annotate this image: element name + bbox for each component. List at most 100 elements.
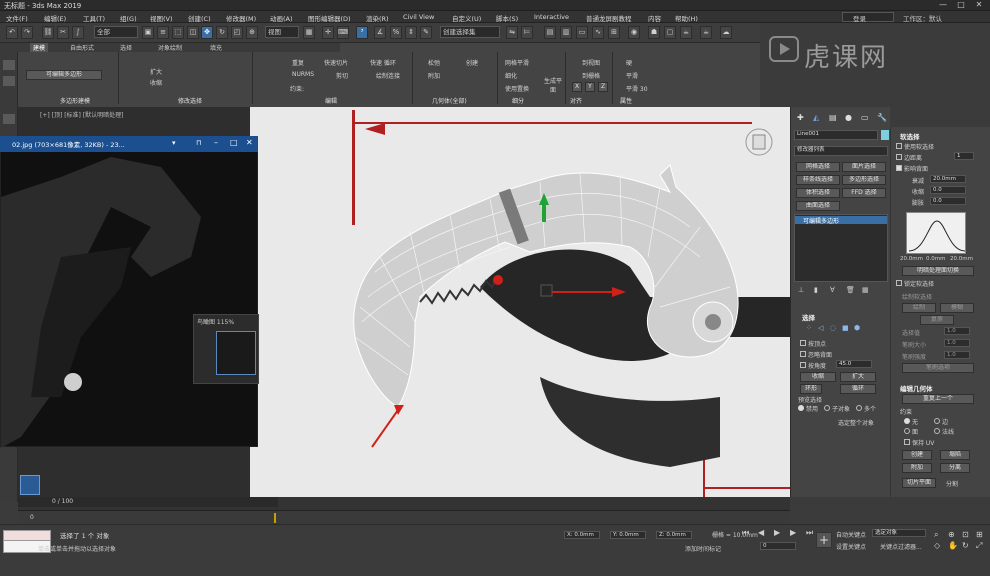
x-coord-field[interactable]: X: 0.0mm xyxy=(564,531,600,539)
render-cloud-icon[interactable]: ☁ xyxy=(720,26,732,39)
select-move-icon[interactable]: ✥ xyxy=(201,26,213,39)
to-grid-button[interactable]: 到栅格 xyxy=(582,71,600,80)
pinch-spinner[interactable]: 0.0 xyxy=(930,186,966,194)
reference-coord-dropdown[interactable]: 视图 xyxy=(265,26,299,38)
border-icon[interactable]: ◌ xyxy=(830,324,836,332)
align-y-button[interactable]: Y xyxy=(585,82,595,92)
select-value-spinner[interactable]: 1.0 xyxy=(944,327,970,335)
menu-file[interactable]: 文件(F) xyxy=(6,13,28,23)
viewcube-icon[interactable] xyxy=(752,134,766,150)
redo-icon[interactable]: ↷ xyxy=(21,26,33,39)
menu-tutorial[interactable]: 普通龙屏剧教程 xyxy=(586,13,632,23)
tab-selection[interactable]: 选择 xyxy=(120,43,132,52)
scene-explorer-icon[interactable]: ▤ xyxy=(544,26,556,39)
configure-sets-icon[interactable]: ▦ xyxy=(862,286,869,294)
select-object-icon[interactable]: ▣ xyxy=(142,26,154,39)
edge-distance-checkbox[interactable] xyxy=(896,154,902,160)
constraint-none-radio[interactable] xyxy=(904,418,910,424)
soft-selection-header[interactable]: 软选择 xyxy=(900,131,920,141)
edit-named-sel-icon[interactable]: ✎ xyxy=(420,26,432,39)
cut-button[interactable]: 剪切 xyxy=(336,71,348,80)
close-button[interactable]: ✕ xyxy=(972,1,986,10)
shaded-face-toggle-button[interactable]: 明暗处理面切换 xyxy=(902,266,974,276)
menu-scripting[interactable]: 脚本(S) xyxy=(496,13,518,23)
menu-modifiers[interactable]: 修改器(M) xyxy=(226,13,256,23)
goto-start-icon[interactable]: ⏮ xyxy=(742,528,749,538)
next-frame-icon[interactable]: ▶ xyxy=(790,528,796,537)
viewer-close-icon[interactable]: ✕ xyxy=(246,138,253,147)
section-geometry[interactable]: 几何体(全部) xyxy=(432,96,467,105)
selected-vertex[interactable] xyxy=(493,275,503,285)
modify-tab-icon[interactable]: ◭ xyxy=(813,113,819,122)
place-icon[interactable]: ⊕ xyxy=(246,26,258,39)
by-angle-checkbox[interactable] xyxy=(800,362,806,368)
gizmo-x-axis[interactable] xyxy=(552,291,612,293)
auto-key-label[interactable]: 自动关键点 xyxy=(836,530,866,539)
track-bar[interactable]: 0 xyxy=(18,510,790,524)
undo-icon[interactable]: ↶ xyxy=(6,26,18,39)
create-button[interactable]: 创建 xyxy=(466,58,478,67)
keyboard-shortcut-icon[interactable]: ⌨ xyxy=(337,26,349,39)
vertex-icon[interactable]: ⁘ xyxy=(806,324,812,332)
edge-distance-spinner[interactable]: 1 xyxy=(954,152,974,160)
affect-backfacing-checkbox[interactable] xyxy=(896,165,902,171)
goto-end-icon[interactable]: ⏭ xyxy=(806,528,813,538)
pan-icon[interactable]: ✋ xyxy=(948,541,958,550)
zoom-extents-all-icon[interactable]: ⊞ xyxy=(976,530,983,539)
modifier-list-dropdown[interactable]: 修改器列表 xyxy=(794,146,888,156)
collapse-button[interactable]: 塌陷 xyxy=(940,450,970,460)
ribbon-expand[interactable]: 扩大 xyxy=(150,67,162,76)
brush-strength-spinner[interactable]: 1.0 xyxy=(944,351,970,359)
falloff-spinner[interactable]: 20.0mm xyxy=(930,175,966,183)
brush-size-spinner[interactable]: 1.0 xyxy=(944,339,970,347)
create-tab-icon[interactable]: ✚ xyxy=(797,113,804,122)
viewport-mini-icon[interactable] xyxy=(20,475,40,495)
zoom-extents-icon[interactable]: ⊡ xyxy=(962,530,969,539)
current-frame-field[interactable]: 0 xyxy=(760,542,796,550)
constraint-normal-radio[interactable] xyxy=(934,428,940,434)
add-key-icon[interactable]: + xyxy=(816,532,832,548)
unlink-icon[interactable]: ✂ xyxy=(57,26,69,39)
mirror-icon[interactable]: ⇋ xyxy=(506,26,518,39)
viewport-layout-icon[interactable] xyxy=(3,114,15,124)
quickslice-button[interactable]: 快速切片 xyxy=(324,58,348,67)
create-button[interactable]: 创建 xyxy=(902,450,932,460)
angle-spinner[interactable]: 45.0 xyxy=(836,360,872,368)
nurms-button[interactable]: NURMS xyxy=(292,71,314,78)
menu-tools[interactable]: 工具(T) xyxy=(83,13,105,23)
revert-button[interactable]: 复原 xyxy=(920,315,954,325)
mesh-select-button[interactable]: 网格选择 xyxy=(796,162,840,172)
toggle-ribbon-icon[interactable]: ▭ xyxy=(576,26,588,39)
set-key-label[interactable]: 设置关键点 xyxy=(836,542,866,551)
preview-multi-radio[interactable] xyxy=(856,405,862,411)
time-slider[interactable]: 0 / 100 xyxy=(18,497,278,507)
image-viewer-window[interactable] xyxy=(0,136,258,448)
use-soft-checkbox[interactable] xyxy=(896,143,902,149)
relax-button[interactable]: 松弛 xyxy=(428,58,440,67)
sign-in-dropdown[interactable]: 登录 xyxy=(842,12,894,23)
menu-rendering[interactable]: 渲染(R) xyxy=(366,13,389,23)
section-edit[interactable]: 编辑 xyxy=(325,96,337,105)
ring-button[interactable]: 环形 xyxy=(800,384,822,394)
repeat-button[interactable]: 重复 xyxy=(292,58,304,67)
meshsmooth-button[interactable]: 网格平滑 xyxy=(505,58,529,67)
paint-connect-button[interactable]: 绘制连接 xyxy=(376,71,400,80)
select-by-name-icon[interactable]: ≡ xyxy=(157,26,169,39)
menu-help[interactable]: 帮助(H) xyxy=(675,13,698,23)
window-crossing-icon[interactable]: ◫ xyxy=(187,26,199,39)
section-properties[interactable]: 属性 xyxy=(620,96,632,105)
selection-rollout-header[interactable]: 选择 xyxy=(802,312,815,322)
editable-poly-button[interactable]: 可编辑多边形 xyxy=(26,70,102,80)
z-coord-field[interactable]: Z: 0.0mm xyxy=(656,531,692,539)
menu-edit[interactable]: 编辑(E) xyxy=(44,13,66,23)
viewer-pin-icon[interactable]: ⊓ xyxy=(196,139,201,147)
constraint-face-radio[interactable] xyxy=(904,428,910,434)
ffd-select-button[interactable]: FFD 选择 xyxy=(842,188,886,198)
display-tab-icon[interactable]: ▭ xyxy=(861,113,869,122)
modifier-stack[interactable]: 可编辑多边形 xyxy=(794,214,888,282)
select-scale-icon[interactable]: ◰ xyxy=(231,26,243,39)
edge-icon[interactable]: ◁ xyxy=(818,324,823,332)
smooth30-button[interactable]: 平滑 30 xyxy=(626,84,648,93)
tessellate-button[interactable]: 细化 xyxy=(505,71,517,80)
birdseye-panel[interactable]: 鸟瞰图 115% xyxy=(193,314,259,384)
